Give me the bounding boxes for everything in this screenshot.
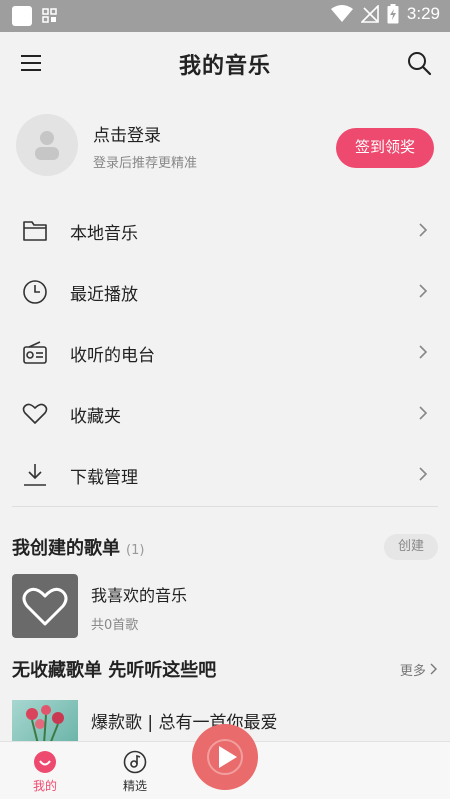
radio-icon [23, 341, 47, 364]
battery-icon [387, 4, 399, 24]
playlist-cover [12, 574, 78, 638]
tab-label: 我的 [32, 779, 57, 793]
playlist-item[interactable]: 我喜欢的音乐 共0首歌 [12, 574, 438, 640]
menu-item-recent[interactable]: 最近播放 [0, 261, 450, 322]
wifi-icon [330, 5, 353, 22]
search-icon[interactable] [406, 50, 432, 76]
folder-icon [23, 221, 47, 241]
divider [12, 506, 438, 507]
login-section[interactable]: 点击登录 登录后推荐更精准 签到领奖 [0, 104, 450, 190]
chevron-right-icon [419, 284, 428, 298]
grid-notification-icon [42, 8, 57, 23]
chevron-right-icon [419, 345, 428, 359]
menu-item-favorites[interactable]: 收藏夹 [0, 383, 450, 444]
tab-mine[interactable]: 我的 [15, 750, 75, 794]
playlist-song-count: 共0首歌 [91, 618, 139, 633]
avatar[interactable] [16, 114, 78, 176]
menu-item-label: 下载管理 [70, 468, 138, 488]
chevron-right-icon [419, 467, 428, 481]
status-time: 3:29 [406, 4, 440, 23]
download-icon [24, 464, 46, 486]
recommended-cover-image [12, 700, 78, 744]
login-subtitle: 登录后推荐更精准 [93, 156, 198, 171]
more-link[interactable]: 更多 [400, 660, 438, 679]
menu-item-radio[interactable]: 收听的电台 [0, 322, 450, 383]
playlist-name: 我喜欢的音乐 [91, 586, 188, 605]
menu-item-local-music[interactable]: 本地音乐 [0, 200, 450, 261]
user-silhouette-icon [35, 131, 59, 160]
tab-picks[interactable]: 精选 [105, 750, 165, 794]
signin-reward-button[interactable]: 签到领奖 [336, 128, 434, 168]
menu-item-label: 收听的电台 [70, 346, 155, 366]
heart-icon [22, 403, 48, 424]
chevron-right-icon [419, 223, 428, 237]
login-title[interactable]: 点击登录 [93, 121, 161, 146]
menu-item-label: 收藏夹 [70, 407, 121, 427]
menu-item-downloads[interactable]: 下载管理 [0, 444, 450, 505]
status-bar: 3:29 [0, 0, 450, 32]
menu-item-label: 本地音乐 [70, 224, 138, 244]
play-button[interactable] [192, 724, 258, 790]
header: 我的音乐 [0, 32, 450, 96]
app-notification-icon [12, 6, 32, 26]
heart-icon [22, 587, 68, 626]
section-title: 无收藏歌单 先听听这些吧 [12, 660, 217, 681]
clock-icon [23, 280, 47, 304]
tab-bar-fade [258, 742, 450, 799]
chevron-right-icon [430, 663, 437, 675]
menu-list: 本地音乐 最近播放 收听的电台 收藏夹 下载管理 [0, 200, 450, 505]
section-title: 我创建的歌单 [12, 538, 120, 559]
created-playlists-header: 我创建的歌单 (1) 创建 [12, 534, 438, 564]
disc-icon [123, 750, 147, 774]
play-icon [207, 739, 243, 775]
smile-icon [34, 751, 56, 773]
no-signal-icon [360, 5, 379, 23]
more-label: 更多 [399, 664, 426, 679]
tab-label: 精选 [122, 779, 147, 793]
recommend-header: 无收藏歌单 先听听这些吧 更多 [12, 656, 438, 686]
create-playlist-button[interactable]: 创建 [384, 534, 438, 560]
menu-item-label: 最近播放 [70, 285, 138, 305]
page-title: 我的音乐 [178, 54, 271, 79]
playlist-count: (1) [126, 543, 145, 558]
chevron-right-icon [419, 406, 428, 420]
